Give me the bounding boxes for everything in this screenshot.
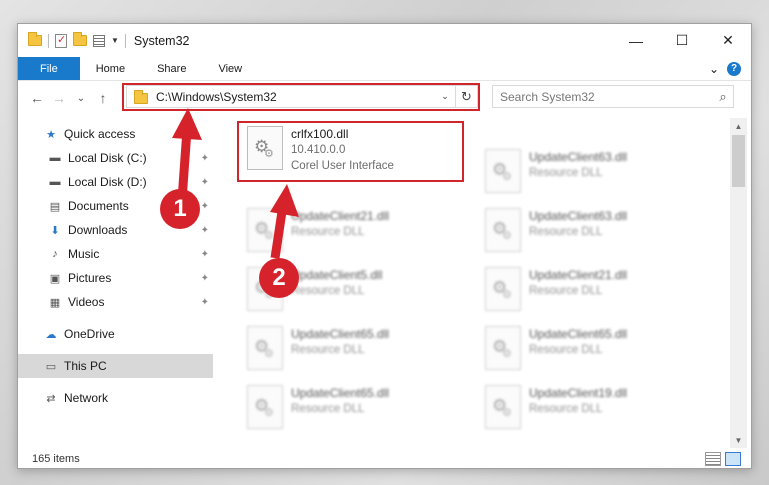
step-badge-2: 2 (259, 258, 299, 298)
arrow-1-head (172, 108, 202, 140)
step-badge-1: 1 (160, 189, 200, 229)
annotation-arrows (172, 108, 299, 259)
arrow-2-head (270, 184, 299, 217)
